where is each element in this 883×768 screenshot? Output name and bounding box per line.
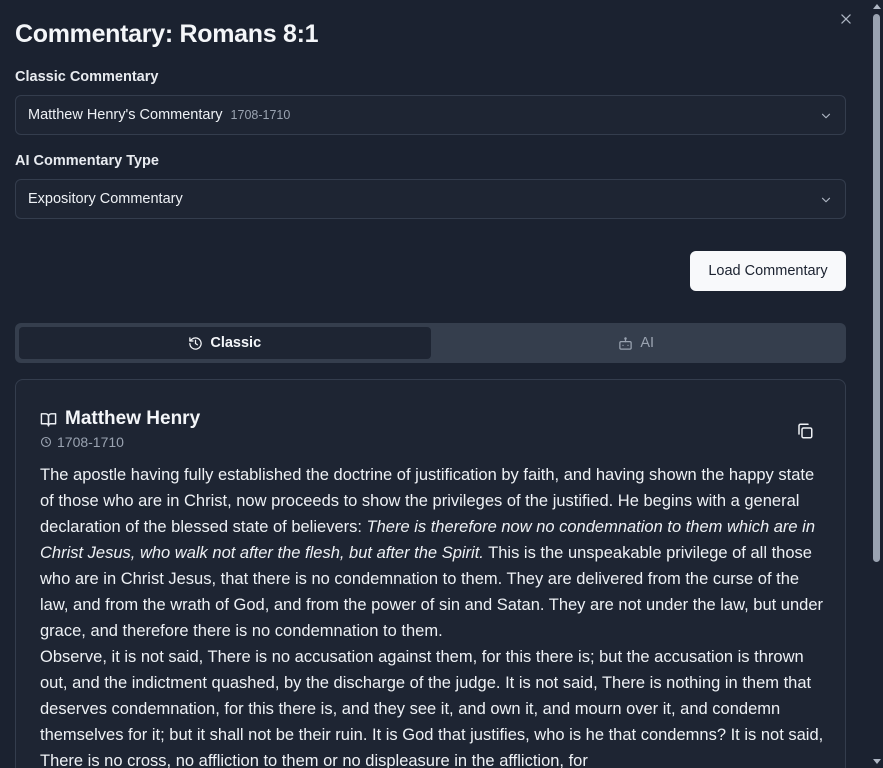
close-icon[interactable] <box>837 10 855 28</box>
commentary-paragraph-1: The apostle having fully established the… <box>40 462 830 644</box>
card-header: Matthew Henry <box>40 408 200 430</box>
history-icon <box>189 336 203 350</box>
tab-classic[interactable]: Classic <box>19 327 431 359</box>
load-commentary-button[interactable]: Load Commentary <box>690 251 846 291</box>
bot-icon <box>619 336 633 350</box>
scrollbar[interactable] <box>870 0 883 768</box>
commentary-card: Matthew Henry 1708-1710 The apostle havi… <box>15 379 846 768</box>
classic-commentary-value: Matthew Henry's Commentary <box>28 107 223 123</box>
card-date-text: 1708-1710 <box>57 434 124 450</box>
card-title: Matthew Henry <box>65 408 201 429</box>
clock-icon <box>40 436 52 448</box>
classic-commentary-select[interactable]: Matthew Henry's Commentary 1708-1710 <box>15 95 846 135</box>
commentary-text: The apostle having fully established the… <box>40 462 830 768</box>
dialog-title: Commentary: Romans 8:1 <box>15 20 319 48</box>
commentary-tabs: Classic AI <box>15 323 846 363</box>
classic-commentary-years: 1708-1710 <box>230 108 291 122</box>
tab-ai[interactable]: AI <box>431 327 843 359</box>
classic-commentary-label: Classic Commentary <box>15 69 159 85</box>
copy-icon[interactable] <box>796 422 814 440</box>
scrollbar-thumb[interactable] <box>873 14 880 562</box>
ai-commentary-type-select[interactable]: Expository Commentary <box>15 179 846 219</box>
commentary-paragraph-2: Observe, it is not said, There is no acc… <box>40 648 824 768</box>
commentary-dialog: Commentary: Romans 8:1 Classic Commentar… <box>0 0 870 768</box>
book-open-icon <box>40 412 57 427</box>
tab-classic-label: Classic <box>210 335 262 351</box>
ai-commentary-type-value: Expository Commentary <box>28 191 183 207</box>
tab-ai-label: AI <box>640 335 655 351</box>
chevron-down-icon <box>819 109 833 123</box>
scroll-up-icon[interactable] <box>873 4 881 9</box>
card-date: 1708-1710 <box>40 434 124 450</box>
ai-commentary-type-label: AI Commentary Type <box>15 153 159 169</box>
scroll-down-icon[interactable] <box>873 759 881 764</box>
chevron-down-icon <box>819 193 833 207</box>
